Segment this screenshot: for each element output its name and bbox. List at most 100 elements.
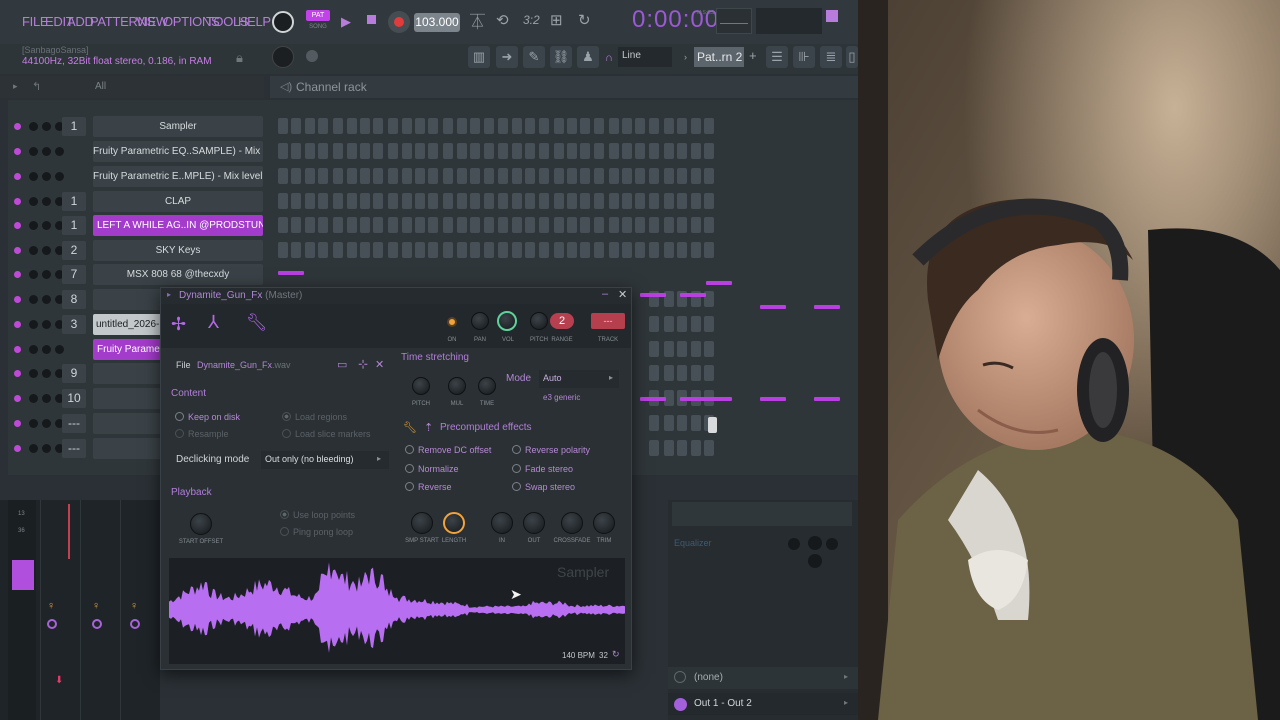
- on-led[interactable]: [447, 317, 457, 327]
- step-button[interactable]: [566, 242, 577, 258]
- step-sequencer-row[interactable]: [278, 168, 854, 185]
- pan-knob[interactable]: [29, 394, 38, 403]
- insert-pan-knob[interactable]: [130, 619, 140, 629]
- step-button[interactable]: [622, 143, 632, 159]
- step-button[interactable]: [443, 193, 454, 209]
- step-button[interactable]: [690, 118, 701, 134]
- step-button[interactable]: [663, 316, 674, 332]
- record-button[interactable]: [388, 11, 410, 33]
- clear-file-icon[interactable]: ✕: [375, 358, 384, 371]
- eq-knob[interactable]: [808, 536, 822, 550]
- volume-knob[interactable]: [42, 345, 51, 354]
- resample-toggle[interactable]: Resample: [175, 429, 229, 439]
- step-button[interactable]: [663, 440, 674, 456]
- step-button[interactable]: [373, 143, 384, 159]
- volume-knob[interactable]: [42, 369, 51, 378]
- mute-led[interactable]: [14, 247, 21, 254]
- envelope-tab-icon[interactable]: ⅄: [208, 312, 219, 333]
- step-button[interactable]: [690, 168, 701, 184]
- step-button[interactable]: [677, 316, 688, 332]
- channel-row[interactable]: 7 MSX 808 68 @thecxdy: [8, 263, 263, 285]
- loop-record-icon[interactable]: ↻: [578, 11, 591, 29]
- browser-back-icon[interactable]: ↰: [32, 80, 41, 93]
- step-button[interactable]: [304, 143, 315, 159]
- step-button[interactable]: [703, 118, 714, 134]
- step-button[interactable]: [511, 143, 522, 159]
- step-sequencer-row[interactable]: [278, 118, 854, 135]
- step-button[interactable]: [635, 242, 646, 258]
- step-button[interactable]: [648, 143, 659, 159]
- mixer-track-number[interactable]: 10: [62, 389, 86, 408]
- step-button[interactable]: [291, 143, 302, 159]
- step-button[interactable]: [648, 217, 659, 233]
- waveform-view[interactable]: Sampler 140 BPM 32 ↻ ➤: [169, 558, 625, 664]
- mute-led[interactable]: [14, 321, 21, 328]
- file-name[interactable]: Dynamite_Gun_Fx.wav: [197, 360, 291, 370]
- step-button[interactable]: [566, 118, 577, 134]
- refresh-icon[interactable]: ↻: [612, 649, 620, 660]
- step-button[interactable]: [690, 341, 701, 357]
- master-pitch-knob[interactable]: [272, 46, 294, 68]
- pan-knob[interactable]: [29, 172, 38, 181]
- waveform-tab-icon[interactable]: ✢: [171, 314, 186, 335]
- volume-knob[interactable]: [42, 320, 51, 329]
- song-mode-button[interactable]: SONG: [306, 24, 330, 33]
- step-button[interactable]: [291, 118, 302, 134]
- keep-on-disk-toggle[interactable]: Keep on disk: [175, 412, 240, 422]
- step-button[interactable]: [511, 193, 522, 209]
- step-button[interactable]: [401, 143, 412, 159]
- step-button[interactable]: [677, 365, 688, 381]
- mute-led[interactable]: [14, 271, 21, 278]
- step-button[interactable]: [456, 168, 467, 184]
- link-icon[interactable]: ⛓: [550, 46, 572, 68]
- step-button[interactable]: [333, 143, 344, 159]
- step-button[interactable]: [622, 242, 632, 258]
- step-button[interactable]: [415, 242, 425, 258]
- step-button[interactable]: [677, 415, 688, 431]
- mute-led[interactable]: [14, 123, 21, 130]
- stamp-icon[interactable]: ♟: [577, 46, 599, 68]
- step-button[interactable]: [318, 242, 329, 258]
- step-button[interactable]: [580, 118, 591, 134]
- mute-led[interactable]: [14, 346, 21, 353]
- step-button[interactable]: [690, 365, 701, 381]
- step-button[interactable]: [470, 118, 481, 134]
- step-button[interactable]: [318, 118, 329, 134]
- step-sequencer-row[interactable]: [278, 143, 854, 160]
- step-button[interactable]: [456, 242, 467, 258]
- step-button[interactable]: [415, 143, 425, 159]
- step-button[interactable]: [428, 193, 439, 209]
- ts-time-knob[interactable]: [478, 377, 496, 395]
- pan-knob[interactable]: [29, 147, 38, 156]
- step-button[interactable]: [525, 118, 536, 134]
- active-step[interactable]: [708, 417, 717, 433]
- step-button[interactable]: [677, 193, 688, 209]
- step-button[interactable]: [359, 217, 370, 233]
- output-select[interactable]: Out 1 - Out 2 ▸: [668, 693, 858, 715]
- step-button[interactable]: [677, 242, 688, 258]
- step-button[interactable]: [593, 217, 604, 233]
- step-button[interactable]: [677, 217, 688, 233]
- knob-crossfade[interactable]: [561, 512, 583, 534]
- step-button[interactable]: [663, 168, 674, 184]
- step-button[interactable]: [635, 217, 646, 233]
- tempo-display[interactable]: 103.000: [414, 13, 460, 32]
- mute-led[interactable]: [14, 148, 21, 155]
- step-button[interactable]: [622, 217, 632, 233]
- knob-in[interactable]: [491, 512, 513, 534]
- step-button[interactable]: [304, 193, 315, 209]
- step-sequencer-row[interactable]: [278, 217, 854, 234]
- step-button[interactable]: [703, 316, 714, 332]
- step-button[interactable]: [553, 217, 564, 233]
- close-icon[interactable]: ✕: [618, 288, 627, 301]
- volume-knob[interactable]: [42, 221, 51, 230]
- step-button[interactable]: [622, 118, 632, 134]
- step-button[interactable]: [538, 143, 549, 159]
- mixer-track-number[interactable]: 1: [62, 216, 86, 235]
- step-button[interactable]: [648, 193, 659, 209]
- channel-name-button[interactable]: LEFT A WHILE AG..IN @PRODSTUNNER: [93, 215, 263, 236]
- channel-rack-icon[interactable]: ≣: [820, 46, 842, 68]
- step-button[interactable]: [663, 341, 674, 357]
- ts-pitch-knob[interactable]: [412, 377, 430, 395]
- channel-row[interactable]: 2 SKY Keys: [8, 239, 263, 261]
